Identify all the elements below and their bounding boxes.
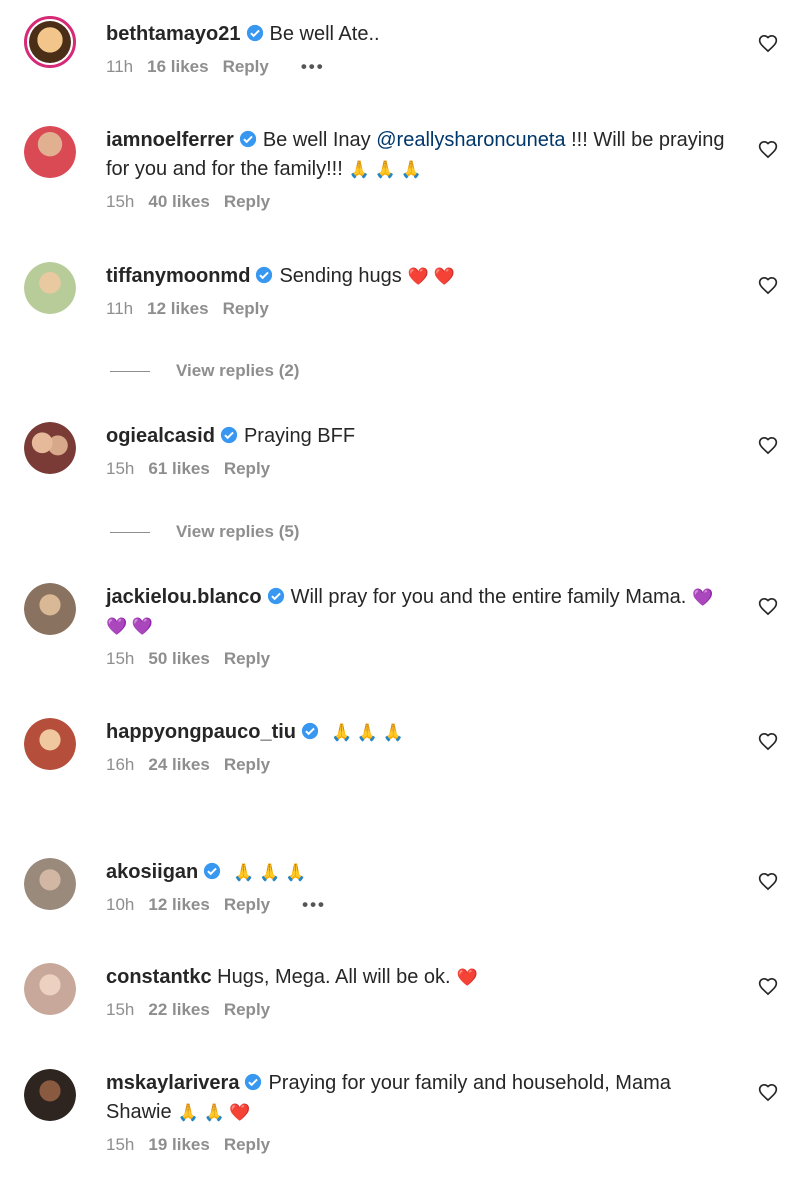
comment-time: 15h	[106, 649, 135, 668]
avatar[interactable]	[24, 16, 76, 68]
more-options-icon[interactable]: •••	[302, 895, 326, 914]
verified-badge-icon	[239, 130, 256, 148]
comment-time: 15h	[106, 192, 135, 211]
emoji: 🙏 🙏 ❤️	[177, 1103, 251, 1122]
emoji: 🙏 🙏 🙏	[348, 160, 422, 179]
heart-outline-icon[interactable]	[758, 140, 778, 160]
avatar[interactable]	[24, 1069, 76, 1121]
comment-username[interactable]: jackielou.blanco	[106, 586, 262, 608]
comment-text: Be well Ate..	[269, 23, 380, 45]
comment-time: 15h	[106, 459, 135, 478]
comment-time: 11h	[106, 299, 134, 318]
avatar[interactable]	[24, 583, 76, 635]
reply-button[interactable]: Reply	[224, 895, 270, 914]
likes-count[interactable]: 12 likes	[147, 299, 208, 318]
avatar[interactable]	[24, 963, 76, 1015]
reply-button[interactable]: Reply	[224, 755, 270, 774]
avatar[interactable]	[24, 126, 76, 178]
heart-outline-icon[interactable]	[758, 1083, 778, 1103]
view-replies-label: View replies (5)	[176, 522, 300, 541]
view-replies-button[interactable]: View replies (5)	[110, 522, 299, 542]
likes-count[interactable]: 12 likes	[148, 895, 209, 914]
reply-button[interactable]: Reply	[223, 57, 269, 76]
divider-line	[110, 531, 150, 533]
comment-time: 11h	[106, 57, 134, 76]
view-replies-button[interactable]: View replies (2)	[110, 361, 299, 381]
emoji: 🙏 🙏 🙏	[233, 863, 307, 882]
emoji: 🙏 🙏 🙏	[331, 723, 404, 742]
view-replies-label: View replies (2)	[176, 361, 300, 380]
comment-time: 15h	[106, 1000, 135, 1019]
heart-outline-icon[interactable]	[758, 436, 778, 456]
heart-outline-icon[interactable]	[758, 597, 778, 617]
comment-time: 16h	[106, 755, 135, 774]
likes-count[interactable]: 61 likes	[148, 459, 209, 478]
emoji: ❤️ ❤️	[407, 267, 455, 286]
emoji: ❤️	[456, 968, 478, 987]
likes-count[interactable]: 22 likes	[148, 1000, 209, 1019]
likes-count[interactable]: 19 likes	[148, 1135, 209, 1154]
verified-badge-icon	[246, 24, 263, 42]
comment-meta: 10h 12 likes Reply •••	[106, 895, 736, 915]
avatar[interactable]	[24, 262, 76, 314]
comment-time: 10h	[106, 895, 135, 914]
comment-text: Sending hugs	[279, 265, 402, 287]
comment-text: Praying BFF	[243, 425, 356, 447]
comment-username[interactable]: ogiealcasid	[106, 425, 215, 447]
divider-line	[110, 370, 150, 372]
heart-outline-icon[interactable]	[758, 732, 778, 752]
verified-badge-icon	[245, 1073, 262, 1091]
comment-username[interactable]: happyongpauco_tiu	[106, 721, 296, 743]
mention-link[interactable]: @reallysharoncuneta	[376, 129, 565, 151]
comment-username[interactable]: constantkc	[106, 966, 212, 988]
likes-count[interactable]: 24 likes	[148, 755, 209, 774]
comment-meta: 11h 12 likes Reply	[106, 299, 736, 319]
heart-outline-icon[interactable]	[758, 872, 778, 892]
comment-text: Hugs, Mega. All will be ok.	[217, 966, 451, 988]
avatar[interactable]	[24, 858, 76, 910]
avatar[interactable]	[24, 422, 76, 474]
more-options-icon[interactable]: •••	[301, 57, 325, 76]
likes-count[interactable]: 16 likes	[147, 57, 208, 76]
avatar[interactable]	[24, 718, 76, 770]
likes-count[interactable]: 50 likes	[148, 649, 209, 668]
verified-badge-icon	[267, 587, 284, 605]
comment-text: Will pray for you and the entire family …	[290, 586, 687, 608]
comment-meta: 15h 19 likes Reply	[106, 1135, 736, 1155]
comment-meta: 15h 50 likes Reply	[106, 649, 736, 669]
comment-meta: 15h 22 likes Reply	[106, 1000, 736, 1020]
comment-meta: 11h 16 likes Reply •••	[106, 57, 736, 77]
reply-button[interactable]: Reply	[224, 192, 270, 211]
verified-badge-icon	[256, 266, 273, 284]
reply-button[interactable]: Reply	[224, 1000, 270, 1019]
comment-text: Be well Inay	[262, 129, 377, 151]
reply-button[interactable]: Reply	[224, 1135, 270, 1154]
comment-username[interactable]: mskaylarivera	[106, 1072, 239, 1094]
heart-outline-icon[interactable]	[758, 34, 778, 54]
reply-button[interactable]: Reply	[224, 459, 270, 478]
comment-meta: 15h 61 likes Reply	[106, 459, 736, 479]
comment-username[interactable]: tiffanymoonmd	[106, 265, 250, 287]
likes-count[interactable]: 40 likes	[148, 192, 209, 211]
comment-username[interactable]: akosiigan	[106, 861, 198, 883]
reply-button[interactable]: Reply	[223, 299, 269, 318]
heart-outline-icon[interactable]	[758, 276, 778, 296]
comment-meta: 15h 40 likes Reply	[106, 192, 736, 212]
comment-username[interactable]: bethtamayo21	[106, 23, 241, 45]
comment-time: 15h	[106, 1135, 135, 1154]
verified-badge-icon	[204, 862, 221, 880]
comment-username[interactable]: iamnoelferrer	[106, 129, 234, 151]
verified-badge-icon	[301, 722, 319, 740]
verified-badge-icon	[220, 426, 238, 444]
comment-meta: 16h 24 likes Reply	[106, 755, 736, 775]
heart-outline-icon[interactable]	[758, 977, 778, 997]
reply-button[interactable]: Reply	[224, 649, 270, 668]
